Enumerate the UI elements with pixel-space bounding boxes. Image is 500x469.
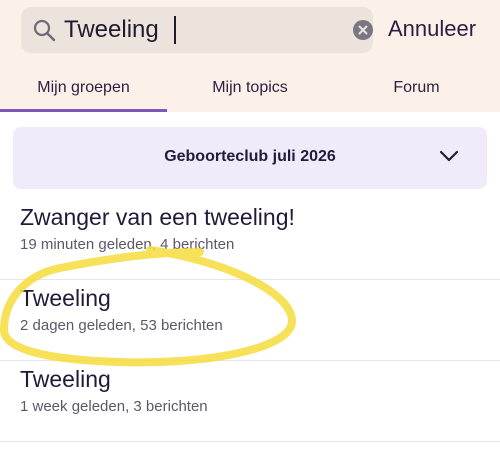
search-icon <box>33 19 56 42</box>
topic-meta: 2 dagen geleden, 53 berichten <box>20 317 223 334</box>
active-tab-indicator <box>0 109 167 112</box>
topic-title: Tweeling <box>20 285 111 311</box>
topic-row[interactable]: Tweeling 2 dagen geleden, 53 berichten <box>0 281 500 361</box>
topic-meta: 19 minuten geleden, 4 berichten <box>20 236 235 253</box>
text-cursor <box>174 16 176 44</box>
group-selector[interactable]: Geboorteclub juli 2026 <box>13 127 487 189</box>
cancel-button[interactable]: Annuleer <box>388 16 476 42</box>
topic-row[interactable]: Zwanger van een tweeling! 19 minuten gel… <box>0 200 500 280</box>
tab-mijn-topics[interactable]: Mijn topics <box>167 78 333 98</box>
tab-mijn-groepen[interactable]: Mijn groepen <box>0 78 167 98</box>
topic-title: Zwanger van een tweeling! <box>20 204 295 230</box>
topic-meta: 1 week geleden, 3 berichten <box>20 398 208 415</box>
group-selector-label: Geboorteclub juli 2026 <box>164 148 336 165</box>
header: Tweeling Annuleer Mijn groepen Mijn topi… <box>0 0 500 112</box>
search-field[interactable]: Tweeling <box>21 7 373 53</box>
topic-title: Tweeling <box>20 366 111 392</box>
topic-row[interactable]: Tweeling 1 week geleden, 3 berichten <box>0 362 500 442</box>
chevron-down-icon <box>439 150 459 162</box>
tab-forum[interactable]: Forum <box>333 78 500 98</box>
search-input[interactable]: Tweeling <box>64 16 159 44</box>
clear-icon[interactable] <box>353 20 373 40</box>
